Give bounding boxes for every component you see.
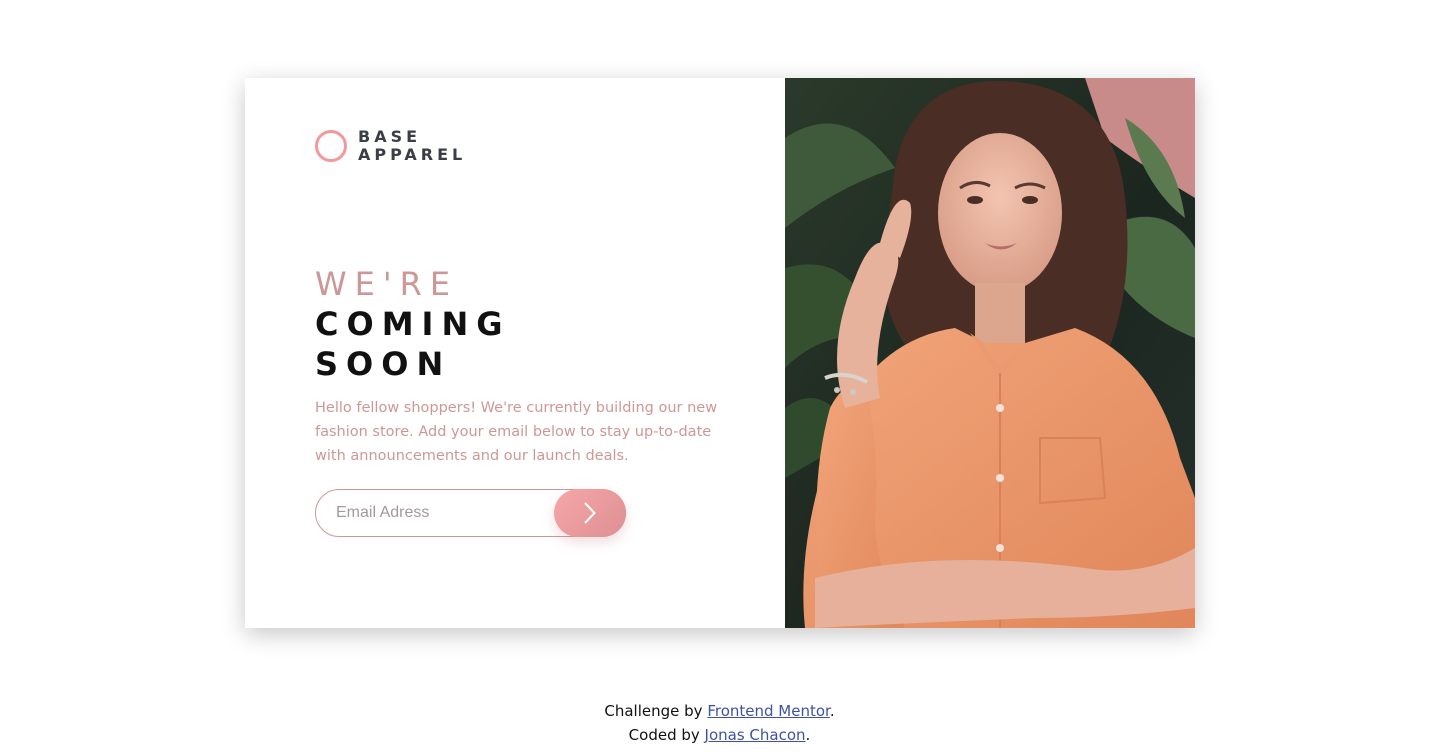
- hero-photo: [785, 78, 1195, 628]
- attribution-prefix-2: Coded by: [628, 726, 700, 744]
- submit-button[interactable]: [554, 489, 626, 537]
- hero-image-panel: [785, 78, 1195, 628]
- page-title: WE'RE COMING SOON: [315, 264, 510, 384]
- title-light-line: WE'RE: [315, 265, 459, 303]
- attribution-line-1: Challenge by Frontend Mentor.: [0, 699, 1439, 723]
- title-bold-line-2: SOON: [315, 345, 452, 383]
- attribution-footer: Challenge by Frontend Mentor. Coded by J…: [0, 699, 1439, 747]
- frontend-mentor-link[interactable]: Frontend Mentor: [707, 702, 830, 720]
- brand-name-line1: BASE: [358, 127, 422, 146]
- attribution-line-2: Coded by Jonas Chacon.: [0, 723, 1439, 747]
- content-panel: BASE APPAREL WE'RE COMING SOON Hello fel…: [245, 78, 785, 628]
- ring-icon: [315, 130, 347, 162]
- author-link[interactable]: Jonas Chacon: [705, 726, 806, 744]
- title-bold-line-1: COMING: [315, 305, 511, 343]
- brand-name: BASE APPAREL: [358, 128, 466, 164]
- chevron-right-icon: [584, 502, 596, 524]
- subscribe-form: [315, 489, 626, 537]
- attribution-suffix-1: .: [829, 702, 835, 720]
- brand-logo[interactable]: BASE APPAREL: [315, 128, 466, 164]
- attribution-suffix-2: .: [805, 726, 811, 744]
- brand-name-line2: APPAREL: [358, 145, 467, 164]
- hero-description: Hello fellow shoppers! We're currently b…: [315, 400, 718, 464]
- attribution-prefix-1: Challenge by: [604, 702, 703, 720]
- landing-card: BASE APPAREL WE'RE COMING SOON Hello fel…: [245, 78, 1195, 628]
